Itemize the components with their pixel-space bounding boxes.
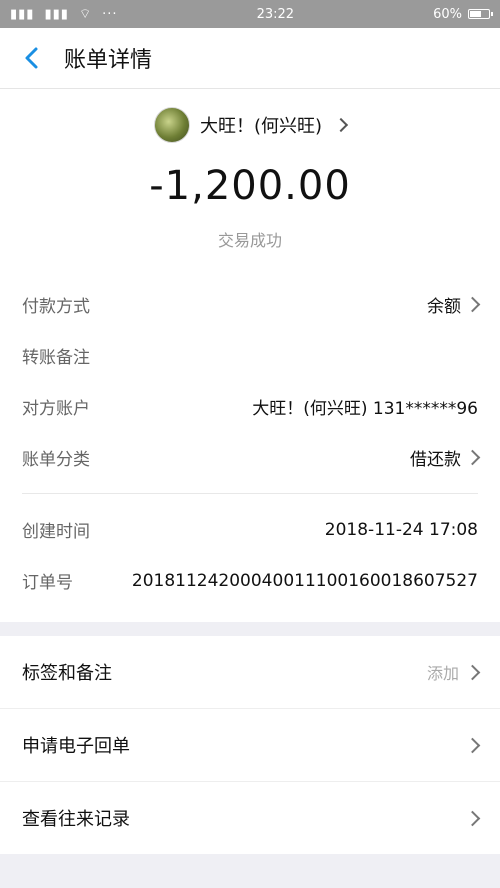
- bottom-strip: [0, 854, 500, 878]
- actions-list: 标签和备注 添加 申请电子回单 查看往来记录: [0, 636, 500, 854]
- page-title: 账单详情: [64, 48, 153, 73]
- item-right: 添加: [426, 660, 481, 684]
- item-label: 查看往来记录: [22, 809, 130, 830]
- row-value: 借还款: [410, 445, 481, 470]
- order-number-row: 订单号 20181124200040011100160018607527: [22, 555, 478, 606]
- back-chevron-icon: [25, 47, 38, 69]
- battery-percent: 60%: [433, 6, 462, 22]
- counterparty-row: 对方账户 大旺！(何兴旺) 131******96: [22, 381, 478, 432]
- chevron-right-icon: [333, 117, 349, 133]
- row-label: 对方账户: [22, 399, 90, 419]
- counterparty-value: 大旺！(何兴旺) 131******96: [252, 399, 478, 419]
- transaction-header: 大旺！(何兴旺) -1,200.00 交易成功: [0, 89, 500, 279]
- status-icons-left: ▮▮▮ ▮▮▮ ⌔ ···: [10, 6, 118, 23]
- back-button[interactable]: [0, 28, 64, 88]
- transaction-history-item[interactable]: 查看往来记录: [0, 782, 500, 854]
- order-number-value: 20181124200040011100160018607527: [131, 570, 478, 591]
- battery-icon: [467, 9, 493, 19]
- details-section: 付款方式 余额 转账备注 对方账户 大旺！(何兴旺) 131******96 账…: [0, 279, 500, 622]
- payment-method-value: 余额: [427, 297, 461, 317]
- signal-icon: ▮▮▮: [10, 6, 35, 22]
- item-right: [464, 737, 481, 753]
- row-label: 账单分类: [22, 450, 90, 470]
- created-time-row: 创建时间 2018-11-24 17:08: [22, 504, 478, 555]
- payment-method-row[interactable]: 付款方式 余额: [22, 279, 481, 330]
- status-bar: ▮▮▮ ▮▮▮ ⌔ ··· 23:22 60%: [0, 0, 500, 28]
- row-value: 余额: [427, 292, 481, 317]
- tags-notes-item[interactable]: 标签和备注 添加: [0, 636, 500, 709]
- signal-icon-2: ▮▮▮: [44, 6, 69, 22]
- category-value: 借还款: [410, 450, 461, 470]
- category-row[interactable]: 账单分类 借还款: [22, 432, 481, 483]
- row-label: 付款方式: [22, 297, 90, 317]
- amount: -1,200.00: [149, 163, 351, 209]
- item-label: 标签和备注: [22, 663, 112, 684]
- chevron-right-icon: [464, 664, 481, 680]
- status-icons-right: 60%: [433, 6, 493, 22]
- item-right: [464, 810, 481, 826]
- chevron-right-icon: [464, 810, 481, 826]
- payee-link[interactable]: 大旺！(何兴旺): [0, 107, 500, 143]
- section-gap: [0, 622, 500, 636]
- electronic-receipt-item[interactable]: 申请电子回单: [0, 709, 500, 782]
- chevron-right-icon: [464, 296, 481, 313]
- clock: 23:22: [256, 6, 295, 22]
- nav-bar: 账单详情: [0, 28, 500, 89]
- chevron-right-icon: [464, 449, 481, 466]
- payee-name: 大旺！(何兴旺): [199, 116, 323, 137]
- transaction-status: 交易成功: [217, 231, 282, 250]
- add-label: 添加: [426, 664, 459, 683]
- row-label: 创建时间: [22, 522, 90, 542]
- avatar: [153, 107, 190, 143]
- remark-row: 转账备注: [22, 330, 478, 381]
- row-label: 订单号: [22, 573, 73, 593]
- divider: [22, 493, 478, 494]
- wifi-icon: ⌔: [78, 7, 93, 22]
- item-label: 申请电子回单: [22, 736, 130, 757]
- more-icon: ···: [102, 6, 118, 22]
- row-label: 转账备注: [22, 348, 90, 368]
- chevron-right-icon: [464, 737, 481, 753]
- created-time-value: 2018-11-24 17:08: [324, 519, 478, 540]
